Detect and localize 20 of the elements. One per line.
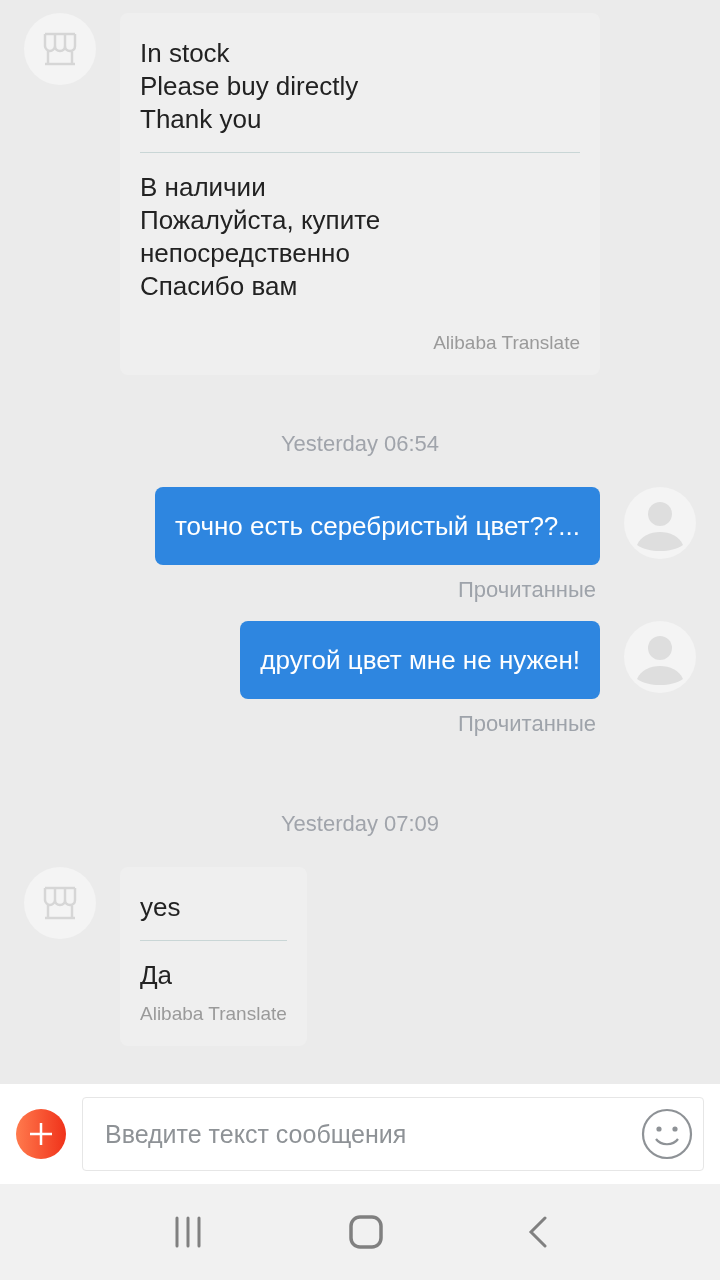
read-status: Прочитанные — [458, 577, 596, 603]
home-icon[interactable] — [349, 1215, 383, 1249]
translation-credit: Alibaba Translate — [432, 331, 580, 355]
translated-text: Да — [140, 959, 174, 992]
back-icon[interactable] — [527, 1216, 548, 1248]
message-bubble: другой цвет мне не нужен! — [240, 621, 600, 699]
message-bubble: точно есть серебристый цвет??... — [154, 487, 600, 565]
plus-icon — [29, 1122, 53, 1146]
message-time: Yesterday 07:09 — [280, 811, 440, 837]
message-field[interactable]: Введите текст сообщения — [82, 1097, 704, 1171]
translated-text: В наличии Пожалуйста, купите непосредственно Спасибо вам — [140, 171, 382, 303]
message-text: In stock Please buy directly Thank you — [140, 37, 360, 136]
add-button[interactable] — [16, 1109, 66, 1159]
read-status: Прочитанные — [458, 711, 596, 737]
message-time: Yesterday 06:54 — [280, 431, 440, 457]
message-text: yes — [140, 891, 182, 924]
store-icon — [42, 32, 78, 66]
store-icon — [42, 886, 78, 920]
translation-credit: Alibaba Translate — [140, 1002, 287, 1026]
emoji-icon[interactable] — [641, 1108, 693, 1160]
